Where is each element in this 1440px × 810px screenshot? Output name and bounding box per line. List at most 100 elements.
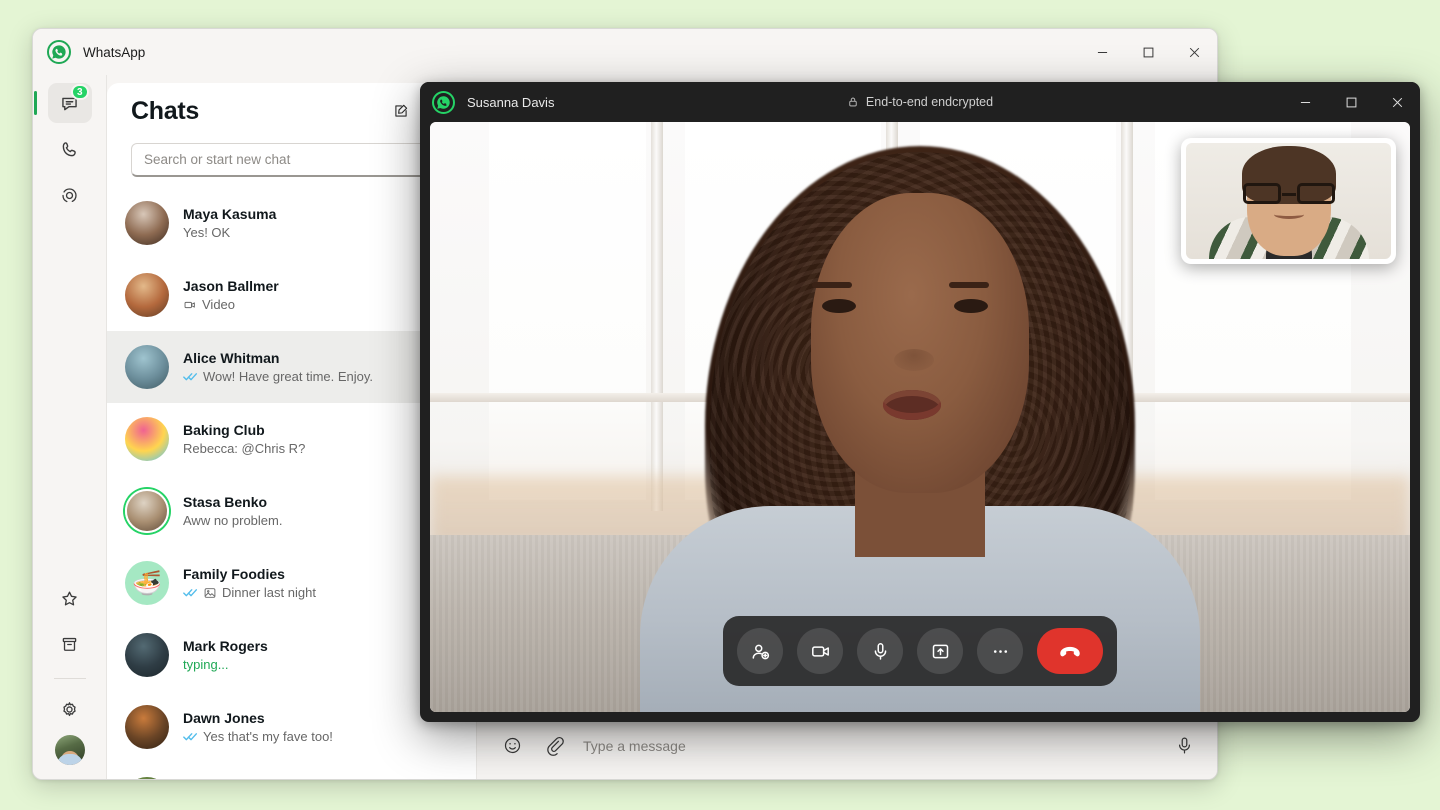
chat-row-content: Dawn Jones Yes that's my fave too! [183,710,406,744]
window-titlebar: WhatsApp [33,29,1217,75]
chat-row-content: Mark Rogers typing... [183,638,406,672]
chat-row-preview: Yes! OK [183,225,406,240]
avatar [125,705,169,749]
chat-row-preview: Video [183,297,406,312]
search-box[interactable] [131,143,460,177]
avatar [125,345,169,389]
minimize-button[interactable] [1079,29,1125,75]
star-icon [62,591,77,605]
chat-row-name: Alice Whitman [183,350,280,366]
microphone-icon [874,642,886,660]
sidebar-item-calls[interactable] [48,129,92,169]
maximize-button[interactable] [1125,29,1171,75]
chat-row-content: Baking Club Rebecca: @Chris R? [183,422,406,456]
screen-share-icon [932,644,948,658]
compose-icon [395,104,408,117]
chat-row-preview: Yes that's my fave too! [183,729,406,744]
message-input[interactable] [583,737,1155,754]
remote-video-stage[interactable] [430,122,1410,712]
chat-row-preview: Wow! Have great time. Enjoy. [183,369,406,384]
window-controls [1079,29,1217,75]
sidebar-item-settings[interactable] [48,689,92,729]
avatar[interactable] [54,735,85,765]
self-video-feed [1186,143,1391,259]
gear-icon [63,701,76,716]
sidebar-item-starred[interactable] [48,578,92,618]
chat-row-name: Stasa Benko [183,494,268,510]
chat-row-name: Family Foodies [183,566,285,582]
chat-row-name: Jason Ballmer [183,278,279,294]
more-horizontal-icon [993,649,1007,653]
video-call-window: Susanna Davis End-to-end endcrypted [420,82,1420,722]
toggle-mic-button[interactable] [857,628,903,674]
chat-row-preview: Rebecca: @Chris R? [183,441,406,456]
image-icon [203,586,217,600]
call-maximize-button[interactable] [1328,82,1374,122]
chat-row-preview-text: Yes that's my fave too! [203,729,333,744]
chat-row-name: Mark Rogers [183,638,268,654]
chat-row-preview-text: Dinner last night [222,585,316,600]
encryption-status: End-to-end endcrypted [420,95,1420,109]
chat-row-preview: Aww no problem. [183,513,406,528]
share-screen-button[interactable] [917,628,963,674]
encryption-label: End-to-end endcrypted [865,95,994,109]
read-receipt-icon [183,731,198,742]
more-options-button[interactable] [977,628,1023,674]
call-minimize-button[interactable] [1282,82,1328,122]
archive-icon [62,637,77,651]
chat-row-content: Jason Ballmer Video [183,278,406,312]
end-call-icon [1060,646,1080,657]
toggle-video-button[interactable] [797,628,843,674]
call-control-bar [723,616,1117,686]
avatar [125,489,169,533]
phone-icon [62,141,76,156]
avatar [125,417,169,461]
navigation-rail: 3 [33,75,107,779]
avatar: 🍜 [125,561,169,605]
status-circle-icon [62,187,77,202]
chat-row-preview: typing... [183,657,406,672]
chat-row-content: Maya Kasuma Yes! OK [183,206,406,240]
lock-icon [847,96,859,108]
chat-row-name: Maya Kasuma [183,206,277,222]
end-call-button[interactable] [1037,628,1103,674]
emoji-icon[interactable] [499,733,525,759]
page-title: Chats [131,96,199,125]
read-receipt-icon [183,587,198,598]
add-participant-button[interactable] [737,628,783,674]
chat-row-name: Dawn Jones [183,710,265,726]
call-window-controls [1282,82,1420,122]
chat-row-preview-text: Video [202,297,236,312]
whatsapp-icon [432,90,455,114]
sidebar-item-status[interactable] [48,175,92,215]
close-button[interactable] [1171,29,1217,75]
chat-row-preview-text: Aww no problem. [183,513,283,528]
chat-row-preview: Dinner last night [183,585,406,600]
avatar [125,201,169,245]
video-camera-icon [811,645,829,657]
sidebar-item-archived[interactable] [48,624,92,664]
paperclip-icon[interactable] [541,733,567,759]
call-titlebar: Susanna Davis End-to-end endcrypted [420,82,1420,122]
call-close-button[interactable] [1374,82,1420,122]
chat-row-name: Baking Club [183,422,265,438]
self-view-thumbnail[interactable] [1181,138,1396,264]
chat-row-ziggy-woodley[interactable]: Ziggy Woodley8:12 [107,763,476,779]
read-receipt-icon [183,371,198,382]
video-icon [183,298,197,312]
search-input[interactable] [144,152,434,167]
chat-row-content: Stasa Benko Aww no problem. [183,494,406,528]
chats-unread-badge: 3 [70,84,89,100]
avatar [125,633,169,677]
add-person-icon [752,644,769,659]
chat-row-content: Family Foodies Dinner last night [183,566,406,600]
chat-row-content: Alice Whitman Wow! Have great time. Enjoy… [183,350,406,384]
sidebar-item-chats[interactable]: 3 [33,83,92,123]
microphone-icon[interactable] [1171,733,1197,759]
avatar [125,273,169,317]
rail-divider [53,678,86,679]
chat-row-preview-text: Yes! OK [183,225,231,240]
new-chat-button[interactable] [384,94,418,128]
window-title: WhatsApp [83,44,146,60]
avatar [125,777,169,779]
